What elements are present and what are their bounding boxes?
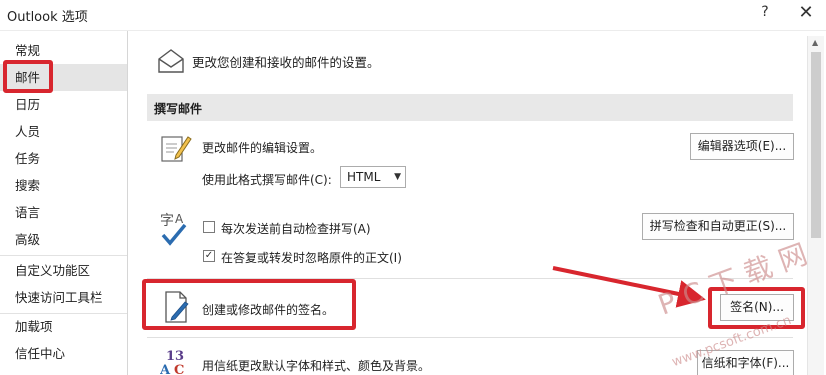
annotation-arrow — [552, 266, 706, 308]
